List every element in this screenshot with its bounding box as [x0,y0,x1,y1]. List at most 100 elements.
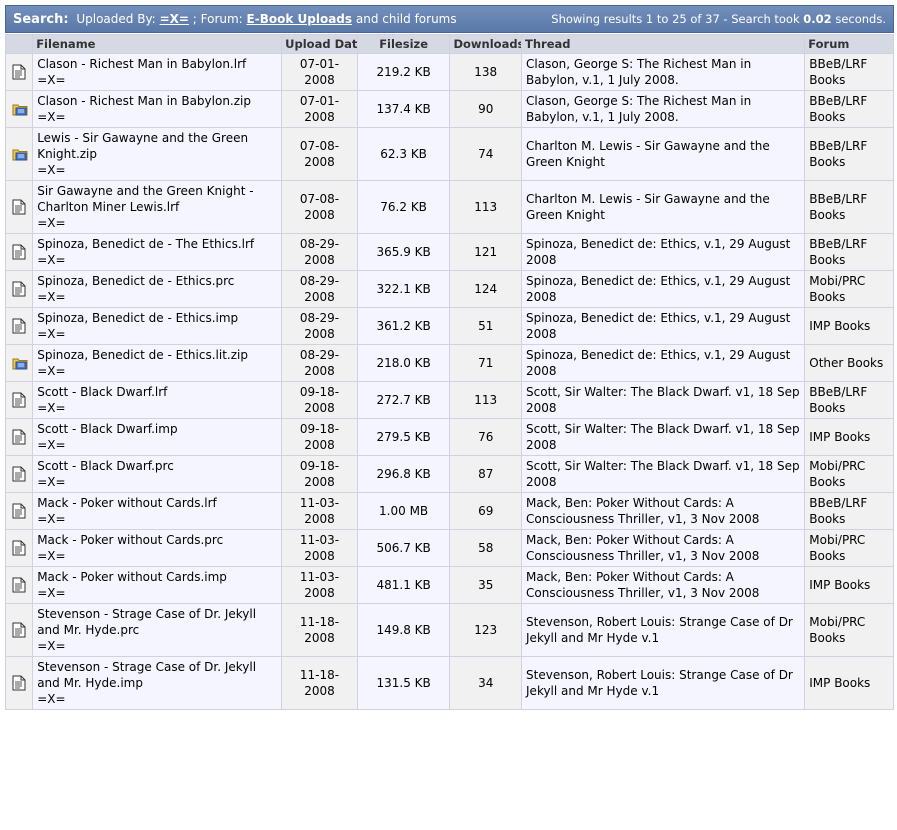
thread-cell: Spinoza, Benedict de: Ethics, v.1, 29 Au… [522,308,805,344]
upload-date-column-header[interactable]: Upload Date [282,35,357,53]
forum-cell: BBeB/LRF Books [805,181,893,233]
uploaded-by-label: Uploaded By: [76,11,156,26]
filename-link[interactable]: Scott - Black Dwarf.imp [37,422,177,436]
uploader-name[interactable]: =X= [37,162,277,178]
forum-cell: BBeB/LRF Books [805,128,893,180]
document-icon [12,318,26,334]
forum-name-link[interactable]: Mobi/PRC Books [809,533,865,563]
upload-date-cell: 08-29-2008 [282,308,357,344]
document-icon [12,244,26,260]
filename-link[interactable]: Spinoza, Benedict de - The Ethics.lrf [37,237,254,251]
file-type-cell [6,456,33,492]
thread-link[interactable]: Spinoza, Benedict de: Ethics, v.1, 29 Au… [526,311,790,341]
thread-link[interactable]: Spinoza, Benedict de: Ethics, v.1, 29 Au… [526,274,790,304]
thread-cell: Mack, Ben: Poker Without Cards: A Consci… [522,493,805,529]
uploader-name[interactable]: =X= [37,72,277,88]
filename-cell: Mack - Poker without Cards.prc =X= [33,530,282,566]
filename-link[interactable]: Clason - Richest Man in Babylon.zip [37,94,251,108]
table-row: Clason - Richest Man in Babylon.lrf =X= … [6,54,893,90]
uploader-name[interactable]: =X= [37,363,277,379]
filesize-column-header[interactable]: Filesize [357,35,450,53]
forum-name-link[interactable]: BBeB/LRF Books [809,94,867,124]
filename-link[interactable]: Sir Gawayne and the Green Knight - Charl… [37,184,253,214]
table-row: Sir Gawayne and the Green Knight - Charl… [6,181,893,233]
thread-link[interactable]: Stevenson, Robert Louis: Strange Case of… [526,668,793,698]
upload-date-cell: 11-18-2008 [282,657,357,709]
filename-link[interactable]: Mack - Poker without Cards.prc [37,533,223,547]
document-icon [12,281,26,297]
filename-column-header[interactable]: Filename [33,35,282,53]
table-row: Clason - Richest Man in Babylon.zip =X= … [6,91,893,127]
filename-link[interactable]: Spinoza, Benedict de - Ethics.imp [37,311,238,325]
uploader-name[interactable]: =X= [37,548,277,564]
uploader-name[interactable]: =X= [37,691,277,707]
thread-link[interactable]: Scott, Sir Walter: The Black Dwarf. v1, … [526,385,800,415]
forum-name-link[interactable]: BBeB/LRF Books [809,139,867,169]
forum-name-link[interactable]: BBeB/LRF Books [809,237,867,267]
filename-link[interactable]: Spinoza, Benedict de - Ethics.lit.zip [37,348,248,362]
forum-name-link[interactable]: BBeB/LRF Books [809,192,867,222]
forum-name-link[interactable]: IMP Books [809,578,870,592]
forum-name-link[interactable]: IMP Books [809,676,870,690]
filename-link[interactable]: Stevenson - Strage Case of Dr. Jekyll an… [37,660,256,690]
table-row: Scott - Black Dwarf.prc =X= 09-18-2008 2… [6,456,893,492]
filename-link[interactable]: Scott - Black Dwarf.lrf [37,385,167,399]
forum-column-header[interactable]: Forum [805,35,893,53]
uploader-name[interactable]: =X= [37,474,277,490]
forum-name-link[interactable]: BBeB/LRF Books [809,57,867,87]
forum-name-link[interactable]: Mobi/PRC Books [809,459,865,489]
filename-link[interactable]: Lewis - Sir Gawayne and the Green Knight… [37,131,248,161]
uploader-name[interactable]: =X= [37,109,277,125]
thread-link[interactable]: Charlton M. Lewis - Sir Gawayne and the … [526,192,770,222]
filename-cell: Scott - Black Dwarf.prc =X= [33,456,282,492]
forum-name-link[interactable]: BBeB/LRF Books [809,496,867,526]
thread-link[interactable]: Charlton M. Lewis - Sir Gawayne and the … [526,139,770,169]
filename-link[interactable]: Stevenson - Strage Case of Dr. Jekyll an… [37,607,256,637]
uploader-name[interactable]: =X= [37,326,277,342]
uploader-name[interactable]: =X= [37,215,277,231]
thread-link[interactable]: Spinoza, Benedict de: Ethics, v.1, 29 Au… [526,348,790,378]
forum-name-link[interactable]: BBeB/LRF Books [809,385,867,415]
forum-link[interactable]: E-Book Uploads [247,12,353,26]
uploader-name[interactable]: =X= [37,289,277,305]
thread-link[interactable]: Scott, Sir Walter: The Black Dwarf. v1, … [526,459,800,489]
filename-link[interactable]: Mack - Poker without Cards.lrf [37,496,217,510]
uploader-name[interactable]: =X= [37,511,277,527]
thread-link[interactable]: Clason, George S: The Richest Man in Bab… [526,94,751,124]
uploader-name[interactable]: =X= [37,638,277,654]
file-type-cell [6,493,33,529]
forum-name-link[interactable]: Mobi/PRC Books [809,615,865,645]
thread-link[interactable]: Stevenson, Robert Louis: Strange Case of… [526,615,793,645]
forum-name-link[interactable]: Mobi/PRC Books [809,274,865,304]
thread-link[interactable]: Mack, Ben: Poker Without Cards: A Consci… [526,496,759,526]
filesize-cell: 1.00 MB [357,493,450,529]
table-row: Spinoza, Benedict de - The Ethics.lrf =X… [6,234,893,270]
downloads-column-header[interactable]: Downloads [450,35,522,53]
thread-cell: Spinoza, Benedict de: Ethics, v.1, 29 Au… [522,271,805,307]
downloads-cell: 69 [450,493,522,529]
thread-column-header[interactable]: Thread [522,35,805,53]
filename-link[interactable]: Clason - Richest Man in Babylon.lrf [37,57,246,71]
filename-link[interactable]: Spinoza, Benedict de - Ethics.prc [37,274,234,288]
thread-link[interactable]: Spinoza, Benedict de: Ethics, v.1, 29 Au… [526,237,790,267]
file-type-cell [6,657,33,709]
thread-link[interactable]: Mack, Ben: Poker Without Cards: A Consci… [526,533,759,563]
table-row: Lewis - Sir Gawayne and the Green Knight… [6,128,893,180]
results-count: Showing results 1 to 25 of 37 - Search t… [551,12,886,26]
thread-link[interactable]: Mack, Ben: Poker Without Cards: A Consci… [526,570,759,600]
document-icon [12,622,26,638]
uploader-name[interactable]: =X= [37,437,277,453]
thread-link[interactable]: Clason, George S: The Richest Man in Bab… [526,57,751,87]
uploader-name[interactable]: =X= [37,585,277,601]
uploader-name[interactable]: =X= [37,252,277,268]
file-type-cell [6,128,33,180]
filename-link[interactable]: Scott - Black Dwarf.prc [37,459,174,473]
forum-name-link[interactable]: IMP Books [809,430,870,444]
uploader-name[interactable]: =X= [37,400,277,416]
forum-name-link[interactable]: Other Books [809,356,883,370]
file-type-cell [6,181,33,233]
forum-name-link[interactable]: IMP Books [809,319,870,333]
thread-link[interactable]: Scott, Sir Walter: The Black Dwarf. v1, … [526,422,800,452]
filename-link[interactable]: Mack - Poker without Cards.imp [37,570,227,584]
uploader-link[interactable]: =X= [160,12,189,26]
